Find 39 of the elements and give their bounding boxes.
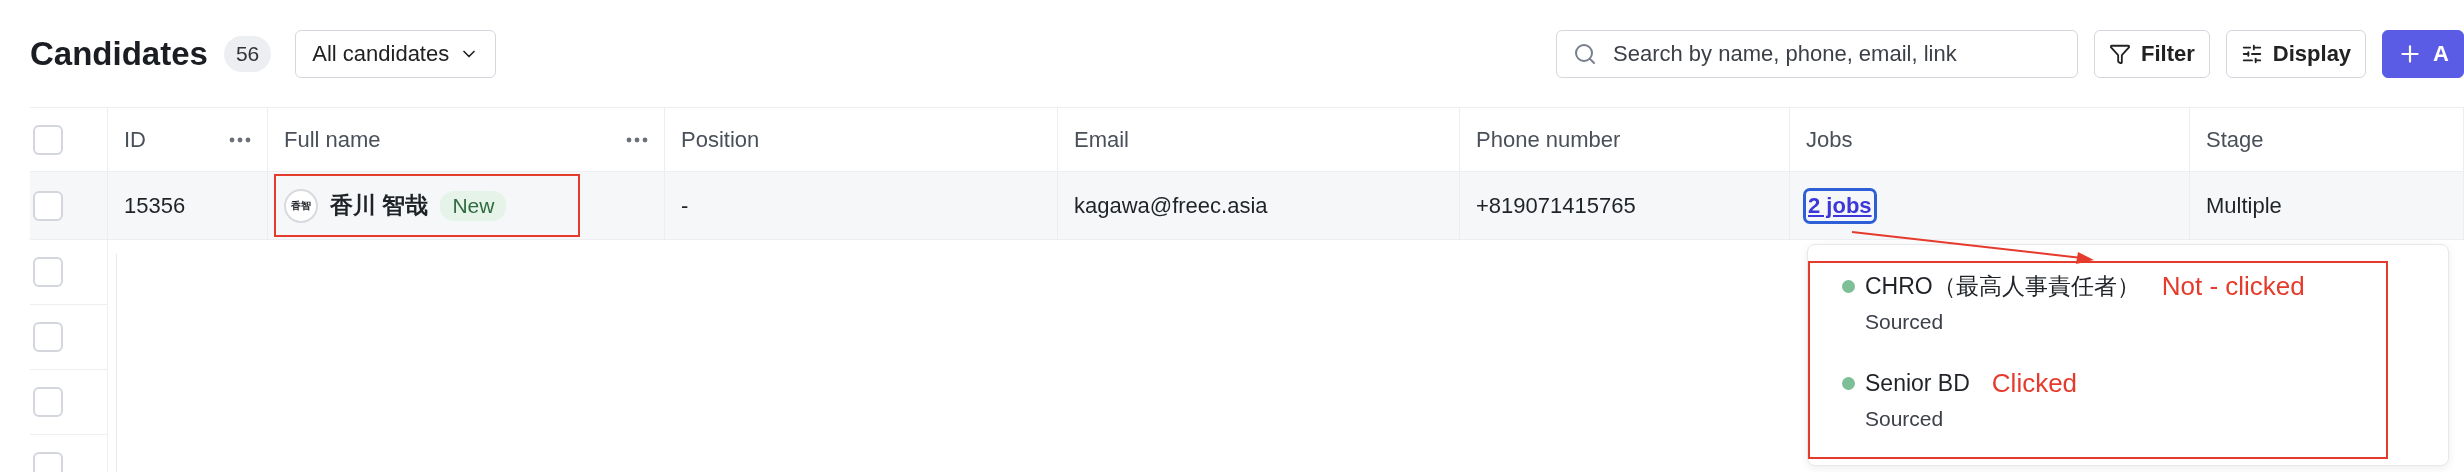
checkbox[interactable] — [33, 190, 63, 221]
more-icon[interactable] — [626, 136, 648, 143]
filter-button[interactable]: Filter — [2094, 29, 2210, 78]
checkbox[interactable] — [33, 387, 63, 417]
count-badge: 56 — [223, 35, 272, 72]
table-cell: +819071415765 — [1476, 192, 1636, 219]
column-header: Full name — [284, 126, 382, 153]
view-select[interactable]: All candidates — [295, 29, 497, 78]
column-header: Email — [1074, 126, 1130, 153]
search-icon — [1573, 41, 1598, 66]
column-header: Stage — [2206, 126, 2265, 153]
new-badge: New — [440, 190, 507, 221]
column-header: ID — [124, 126, 147, 153]
table-cell: Multiple — [2206, 192, 2282, 219]
column-header: Position — [681, 126, 761, 153]
job-stage: Sourced — [1865, 310, 1945, 334]
search-field[interactable]: Search by name, phone, email, link — [1556, 29, 2079, 78]
column-header: Jobs — [1806, 126, 1854, 153]
sliders-icon — [2240, 42, 2263, 65]
display-button[interactable]: Display — [2225, 29, 2367, 78]
filter-icon — [2109, 42, 2132, 65]
job-title[interactable]: Senior BD — [1865, 370, 1970, 397]
checkbox[interactable] — [33, 322, 63, 352]
table-cell: 15356 — [124, 192, 186, 219]
table-cell: kagawa@freec.asia — [1074, 192, 1268, 219]
annotation-label: Not - clicked — [2161, 271, 2305, 302]
candidate-name[interactable]: 香川 智哉 — [330, 190, 429, 221]
more-icon[interactable] — [229, 136, 251, 143]
annotation-label: Clicked — [1991, 368, 2078, 399]
table-cell: - — [681, 192, 689, 219]
add-button[interactable]: A — [2382, 29, 2464, 78]
checkbox[interactable] — [33, 124, 63, 155]
page-title: Candidates — [30, 34, 208, 73]
column-header: Phone number — [1476, 126, 1622, 153]
jobs-link[interactable]: 2 jobs — [1806, 190, 1874, 221]
job-title[interactable]: CHRO（最高人事責任者） — [1865, 271, 2140, 302]
job-stage: Sourced — [1865, 407, 1945, 431]
checkbox[interactable] — [33, 257, 63, 287]
avatar: 香智 — [284, 188, 318, 223]
